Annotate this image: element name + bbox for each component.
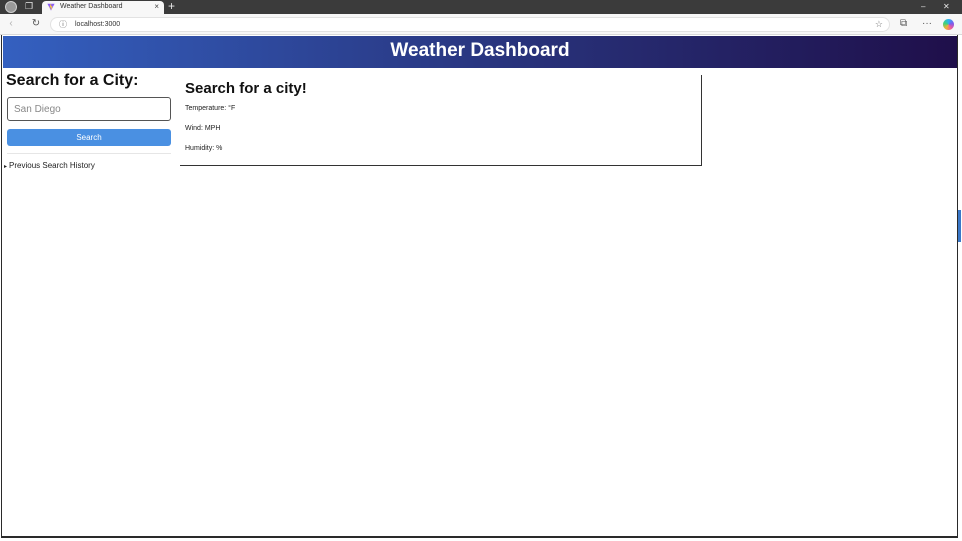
search-history-toggle[interactable]: ▸ Previous Search History [4,161,95,172]
address-bar[interactable]: ⓘ localhost:3000 ☆ [50,17,890,32]
city-search-input[interactable] [7,97,171,121]
weather-card-title: Search for a city! [185,80,307,97]
url-text[interactable]: localhost:3000 [75,19,120,30]
browser-tab[interactable]: Weather Dashboard × [42,1,164,14]
wind-text: Wind: MPH [185,125,221,132]
app-header: Weather Dashboard [3,36,957,68]
profile-avatar[interactable] [5,1,17,13]
current-weather-card: Search for a city! Temperature: °F Wind:… [180,75,702,166]
vite-favicon-icon [47,3,55,11]
address-toolbar: ‹ ↻ ⓘ localhost:3000 ☆ ⧉ ··· [0,14,962,35]
reload-icon[interactable]: ↻ [29,17,43,31]
history-label: Previous Search History [9,161,95,170]
tab-close-icon[interactable]: × [154,1,159,13]
extensions-icon[interactable]: ⧉ [900,17,907,31]
minimize-icon[interactable]: – [921,0,925,14]
page-viewport: Weather Dashboard Search for a City: Sea… [1,35,958,538]
back-icon[interactable]: ‹ [4,17,18,31]
search-sidebar: Search for a City: Search ▸Previous Sear… [4,71,176,181]
app-title: Weather Dashboard [390,40,570,61]
tab-title: Weather Dashboard [60,3,123,10]
temperature-text: Temperature: °F [185,105,236,112]
caret-right-icon: ▸ [4,164,8,170]
scrollbar-thumb[interactable] [958,210,961,242]
copilot-icon[interactable] [943,19,954,30]
more-menu-icon[interactable]: ··· [922,17,932,31]
humidity-text: Humidity: % [185,145,223,152]
search-button[interactable]: Search [7,129,171,146]
window-close-icon[interactable]: ✕ [943,0,950,14]
info-icon[interactable]: ⓘ [59,19,67,30]
browser-tab-strip: ❐ Weather Dashboard × + – ✕ [0,0,962,14]
divider [7,153,171,154]
favorite-star-icon[interactable]: ☆ [875,18,883,31]
search-heading: Search for a City: [6,72,139,89]
tab-actions-icon[interactable]: ❐ [25,2,35,11]
new-tab-button[interactable]: + [168,0,175,13]
